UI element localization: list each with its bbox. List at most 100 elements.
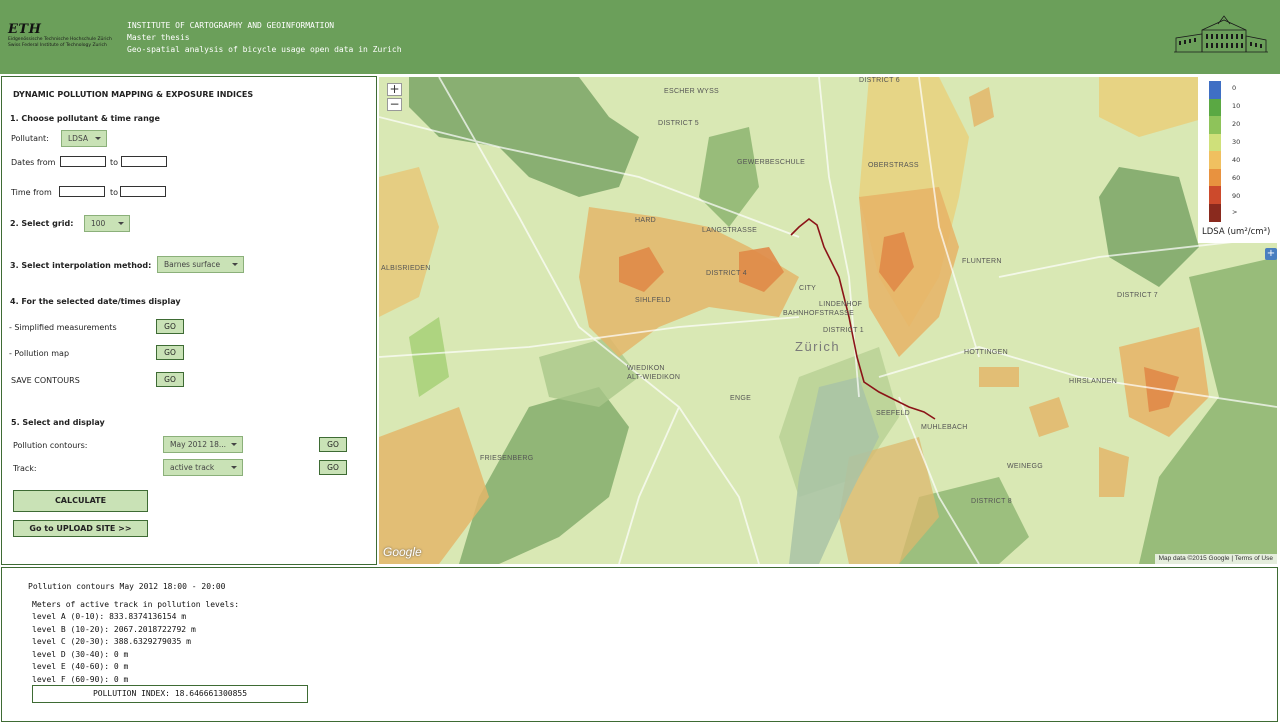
simplified-go-button[interactable]: GO [156, 319, 184, 334]
legend-label-90: 90 [1232, 192, 1241, 200]
map-label: MUHLEBACH [921, 424, 968, 431]
legend-swatch [1209, 133, 1221, 152]
pollutant-select-value: LDSA [68, 134, 88, 143]
building-logo-icon [1174, 15, 1268, 53]
level-e-result: level E (40-60): 0 m [32, 662, 129, 671]
map-label: FLUNTERN [962, 258, 1002, 265]
map-label: WIEDIKON [627, 365, 665, 372]
map-label: DISTRICT 1 [823, 327, 864, 334]
legend-swatch [1209, 168, 1221, 187]
time-to-input[interactable] [120, 186, 166, 197]
project-subtitle: Geo-spatial analysis of bicycle usage op… [127, 45, 402, 54]
legend-label-max: > [1232, 208, 1238, 216]
header-titles: INSTITUTE OF CARTOGRAPHY AND GEOINFORMAT… [127, 20, 402, 56]
map-label: LANGSTRASSE [702, 227, 758, 234]
map-attribution[interactable]: Map data ©2015 Google | Terms of Use [1154, 554, 1277, 564]
chevron-down-icon [118, 222, 124, 225]
map-label: HIRSLANDEN [1069, 378, 1118, 385]
map-label: ALBISRIEDEN [381, 265, 431, 272]
chevron-down-icon [232, 263, 238, 266]
panel-title: DYNAMIC POLLUTION MAPPING & EXPOSURE IND… [13, 90, 254, 99]
upload-site-button[interactable]: Go to UPLOAD SITE >> [13, 520, 148, 537]
expand-plus-icon[interactable]: + [1265, 248, 1277, 260]
time-to-label: to [110, 188, 119, 197]
map-label: BAHNHOFSTRASSE [783, 310, 855, 317]
time-from-input[interactable] [59, 186, 105, 197]
results-panel: Pollution contours May 2012 18:00 - 20:0… [1, 567, 1278, 722]
map-label: OBERSTRASS [868, 162, 919, 169]
pollution-map[interactable]: ESCHER WYSS DISTRICT 5 GEWERBESCHULE OBE… [379, 77, 1277, 564]
legend-swatch [1209, 151, 1221, 169]
map-label: WEINEGG [1007, 463, 1043, 470]
pollutant-select[interactable]: LDSA [61, 130, 107, 147]
zoom-in-button[interactable]: + [387, 83, 402, 96]
level-d-result: level D (30-40): 0 m [32, 650, 129, 659]
step2-heading: 2. Select grid: [10, 219, 74, 228]
contours-go-button[interactable]: GO [319, 437, 347, 452]
dates-from-label: Dates from [11, 158, 56, 167]
pollution-zone-level-e [979, 367, 1019, 387]
time-from-label: Time from [11, 188, 52, 197]
calculate-button[interactable]: CALCULATE [13, 490, 148, 512]
map-label: FRIESENBERG [480, 455, 534, 462]
institute-title: INSTITUTE OF CARTOGRAPHY AND GEOINFORMAT… [127, 21, 335, 30]
contours-select-value: May 2012 18... [170, 440, 227, 449]
track-select-value: active track [170, 463, 215, 472]
date-to-input[interactable] [121, 156, 167, 167]
map-label: SEEFELD [876, 410, 910, 417]
map-label: GEWERBESCHULE [737, 159, 806, 166]
legend-swatch [1209, 186, 1221, 204]
map-label: ALT-WIEDIKON [627, 374, 681, 381]
simplified-measurements-label: - Simplified measurements [9, 323, 117, 332]
legend-title: LDSA (um²/cm³) [1202, 227, 1271, 237]
legend-swatch [1209, 116, 1221, 134]
level-f-result: level F (60-90): 0 m [32, 675, 129, 684]
eth-logo: ETH Eidgenössische Technische Hochschule… [8, 22, 112, 49]
thesis-label: Master thesis [127, 33, 190, 42]
save-contours-go-button[interactable]: GO [156, 372, 184, 387]
map-city-label: Zürich [795, 339, 841, 354]
interpolation-select[interactable]: Barnes surface [157, 256, 244, 273]
legend-label-10: 10 [1232, 102, 1241, 110]
map-label: CITY [799, 285, 817, 292]
legend-label-40: 40 [1232, 156, 1241, 164]
pollution-map-label: - Pollution map [9, 349, 70, 358]
step1-heading: 1. Choose pollutant & time range [10, 114, 160, 123]
legend-label-20: 20 [1232, 120, 1241, 128]
step5-heading: 5. Select and display [11, 418, 105, 427]
map-label: DISTRICT 5 [658, 120, 699, 127]
step4-heading: 4. For the selected date/times display [10, 297, 181, 306]
legend-label-30: 30 [1232, 138, 1241, 146]
eth-logo-line2: Swiss Federal Institute of Technology Zu… [8, 43, 107, 48]
legend-label-0: 0 [1232, 84, 1237, 92]
map-legend: 0 10 20 30 40 60 90 > LDSA (um²/cm³) [1198, 77, 1277, 243]
pollution-index-box: POLLUTION INDEX: 18.646661300855 [32, 685, 308, 703]
google-logo: Google [383, 545, 422, 559]
contours-select[interactable]: May 2012 18... [163, 436, 243, 453]
map-label: HARD [635, 217, 657, 224]
chevron-down-icon [231, 466, 237, 469]
map-label: DISTRICT 7 [1117, 292, 1158, 299]
level-c-result: level C (20-30): 388.6329279035 m [32, 637, 191, 646]
date-from-input[interactable] [60, 156, 106, 167]
track-go-button[interactable]: GO [319, 460, 347, 475]
grid-select[interactable]: 100 [84, 215, 130, 232]
map-label: LINDENHOF [819, 301, 863, 308]
level-a-result: level A (0-10): 833.8374136154 m [32, 612, 187, 621]
map-label: DISTRICT 6 [859, 77, 900, 84]
legend-swatch [1209, 203, 1221, 222]
save-contours-label: SAVE CONTOURS [11, 376, 80, 385]
map-label: ESCHER WYSS [664, 88, 720, 95]
legend-swatch [1209, 81, 1221, 99]
map-label: ENGE [730, 395, 752, 402]
track-select[interactable]: active track [163, 459, 243, 476]
map-label: DISTRICT 4 [706, 270, 747, 277]
level-b-result: level B (10-20): 2067.2018722792 m [32, 625, 196, 634]
map-label: HOTTINGEN [964, 349, 1008, 356]
dates-to-label: to [110, 158, 119, 167]
pollutant-label: Pollutant: [11, 134, 49, 143]
map-canvas[interactable] [379, 77, 1277, 564]
track-label: Track: [13, 464, 37, 473]
pollution-map-go-button[interactable]: GO [156, 345, 184, 360]
zoom-out-button[interactable]: − [387, 98, 402, 111]
